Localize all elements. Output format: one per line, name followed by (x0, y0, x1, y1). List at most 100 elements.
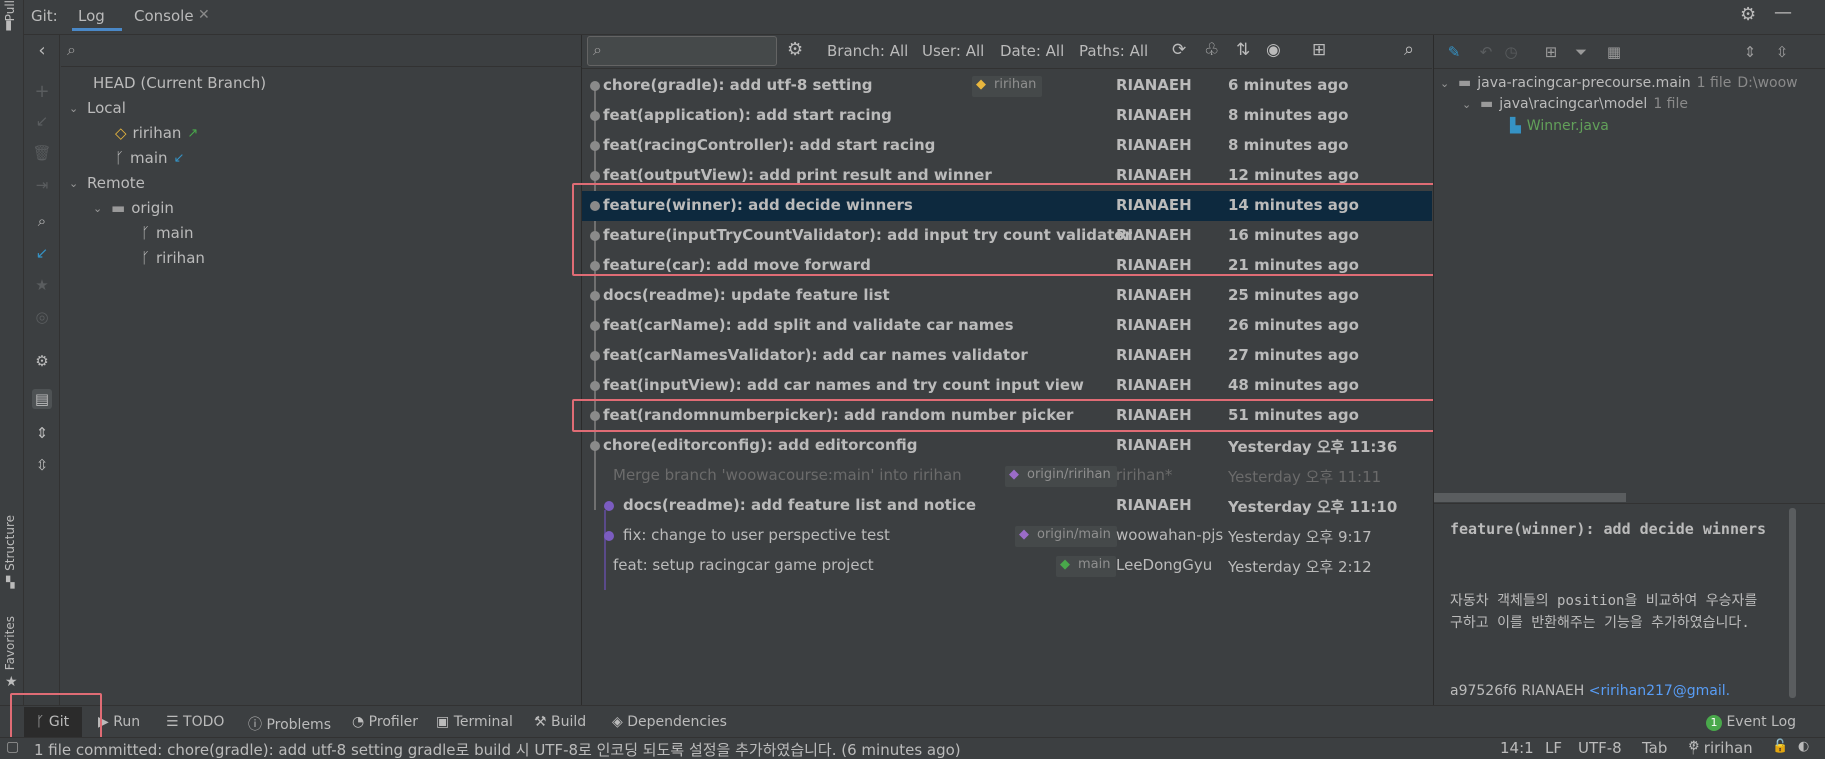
commit-log-pane: ⌕ ⚙ Branch: All User: All Date: All Path… (572, 35, 1439, 705)
settings-gear-icon[interactable]: ⚙ (787, 39, 803, 60)
layout-icon[interactable]: ▦ (1604, 42, 1624, 62)
fetch-icon[interactable]: ↙ (32, 243, 52, 263)
commit-email[interactable]: <ririhan217@gmail. (1589, 683, 1730, 699)
commit-author: RIANAEH (1116, 376, 1192, 394)
commit-row[interactable]: feat(application): add start racing RIANA… (582, 101, 1432, 131)
commit-row[interactable]: feat(racingController): add start racing… (582, 131, 1432, 161)
expand-all-icon[interactable]: ⇕ (32, 423, 52, 443)
favorites-tab[interactable]: Favorites (3, 616, 17, 670)
build-tab[interactable]: ⚒ Build (534, 714, 586, 730)
close-tab-icon[interactable]: ✕ (198, 7, 210, 23)
commit-row[interactable]: feat: setup racingcar game project ◆ main L… (582, 551, 1432, 581)
list-icon: ☰ (166, 714, 179, 730)
ref-label[interactable]: ◆ main (1056, 556, 1117, 577)
run-tab[interactable]: ▶ Run (98, 714, 140, 730)
paths-filter[interactable]: Paths: All (1079, 42, 1148, 60)
current-branch[interactable]: ᚴ ririhan (1690, 739, 1753, 757)
refresh-icon[interactable]: ⟳ (1172, 40, 1186, 60)
branch-filter[interactable]: Branch: All (827, 42, 908, 60)
collapse-all-icon[interactable]: ⇳ (32, 455, 52, 475)
delete-icon[interactable]: 🗑 (32, 143, 52, 163)
ref-label[interactable]: ◆ ririhan (972, 76, 1043, 97)
settings-gear-icon[interactable]: ⚙ (32, 351, 52, 371)
search-icon: ⌕ (67, 40, 76, 59)
branch-local-main[interactable]: ᚴ main ↙ (115, 147, 184, 169)
indent-setting[interactable]: Tab (1642, 739, 1667, 757)
commit-author: woowahan-pjs (1116, 526, 1224, 544)
ref-label[interactable]: ◆ origin/ririhan (1005, 466, 1117, 487)
minimize-icon[interactable]: — (1774, 2, 1792, 23)
terminal-tab[interactable]: ▣ Terminal (436, 714, 513, 730)
tab-console[interactable]: Console (134, 7, 194, 25)
branch-head[interactable]: HEAD (Current Branch) (93, 72, 266, 94)
pull-requests-tab[interactable]: Pull (3, 0, 17, 21)
gear-icon[interactable]: ⚙ (1740, 4, 1756, 25)
todo-tab[interactable]: ☰ TODO (166, 714, 224, 730)
commit-date: 8 minutes ago (1228, 136, 1349, 154)
outgoing-arrow-icon: ↗ (187, 125, 199, 141)
commit-row[interactable]: docs(readme): add feature list and notic… (582, 491, 1432, 521)
search-icon[interactable]: ⌕ (1404, 39, 1414, 60)
commit-row[interactable]: Merge branch 'woowacourse:main' into rir… (582, 461, 1432, 491)
checkout-icon[interactable]: ↙ (32, 111, 52, 131)
profiler-tab[interactable]: ◔ Profiler (352, 714, 418, 730)
root-path: D:\woow (1737, 75, 1798, 91)
remote-origin[interactable]: ⌄ ▬ origin (93, 197, 174, 219)
eye-icon[interactable]: ◉ (1266, 40, 1281, 60)
sort-icon[interactable]: ⇅ (1236, 40, 1250, 60)
changes-root[interactable]: ⌄ ▬ java-racingcar-precourse.main 1 file… (1440, 72, 1798, 94)
group-by-icon[interactable]: ⊞ (1541, 42, 1561, 62)
memory-icon[interactable]: ◐ (1798, 739, 1809, 754)
highlight-box (572, 399, 1435, 432)
changes-folder[interactable]: ⌄ ▬ java\racingcar\model 1 file (1462, 93, 1688, 115)
changes-toolbar: ✎ ↶ ◷ ⊞ ⏷ ▦ ⇕ ⇳ (1434, 35, 1825, 69)
event-log-tab[interactable]: 1 Event Log (1706, 714, 1796, 731)
collapse-all-icon[interactable]: ⇳ (1772, 42, 1792, 62)
status-message[interactable]: 1 file committed: chore(gradle): add utf… (34, 739, 1034, 759)
search-icon[interactable]: ⌕ (32, 211, 52, 231)
branch-local-ririhan[interactable]: ◇ ririhan ↗ (115, 122, 198, 144)
group-by-icon[interactable]: ▤ (32, 389, 52, 409)
commit-row[interactable]: feat(carName): add split and validate ca… (582, 311, 1432, 341)
filter-icon[interactable]: ⏷ (1571, 42, 1591, 62)
compare-icon[interactable]: ◎ (32, 307, 52, 327)
collapse-panel-icon[interactable]: ‹ (32, 40, 52, 61)
ref-label[interactable]: ◆ origin/main (1015, 526, 1117, 547)
history-icon[interactable]: ◷ (1501, 42, 1521, 62)
dependencies-tab[interactable]: ◈ Dependencies (612, 714, 727, 730)
caret-position[interactable]: 14:1 (1500, 739, 1534, 757)
vertical-scrollbar[interactable] (1789, 508, 1796, 698)
commit-row[interactable]: fix: change to user perspective test ◆ ori… (582, 521, 1432, 551)
branch-group-local[interactable]: ⌄ Local (69, 97, 126, 119)
show-diff-icon[interactable]: ✎ (1444, 42, 1464, 62)
problems-tab[interactable]: ⓘ Problems (248, 714, 331, 734)
branch-origin-ririhan[interactable]: ᚴ ririhan (141, 247, 205, 269)
line-separator[interactable]: LF (1545, 739, 1562, 757)
undo-icon[interactable]: ↶ (1476, 42, 1496, 62)
user-filter[interactable]: User: All (922, 42, 984, 60)
file-encoding[interactable]: UTF-8 (1578, 739, 1622, 757)
favorite-star-icon[interactable]: ★ (32, 275, 52, 295)
branch-group-remote[interactable]: ⌄ Remote (69, 172, 145, 194)
structure-tab[interactable]: Structure (3, 515, 17, 571)
commit-node (590, 141, 600, 151)
branch-icon: ᚴ (115, 149, 125, 167)
new-tab-icon[interactable]: ⊞ (1312, 40, 1326, 60)
commit-row[interactable]: feat(inputView): add car names and try c… (582, 371, 1432, 401)
commit-row[interactable]: chore(gradle): add utf-8 setting ◆ ririhan… (582, 71, 1432, 101)
unlock-icon[interactable]: 🔓 (1772, 739, 1788, 754)
commit-row[interactable]: chore(editorconfig): add editorconfig RIA… (582, 431, 1432, 461)
tab-log[interactable]: Log (78, 7, 105, 25)
cherry-pick-icon[interactable]: ♧ (1204, 40, 1219, 60)
commit-row[interactable]: feat(carNamesValidator): add car names v… (582, 341, 1432, 371)
log-search-input[interactable]: ⌕ (587, 36, 777, 66)
merge-icon[interactable]: ⇥ (32, 175, 52, 195)
branch-search-bar[interactable]: ⌕ (61, 35, 582, 67)
commit-row[interactable]: docs(readme): update feature list RIANAEH… (582, 281, 1432, 311)
branch-origin-main[interactable]: ᚴ main (141, 222, 194, 244)
changed-file[interactable]: ▙ Winner.java (1510, 115, 1609, 137)
horizontal-scrollbar[interactable] (1434, 493, 1626, 502)
date-filter[interactable]: Date: All (1000, 42, 1064, 60)
add-icon[interactable]: + (32, 81, 52, 102)
expand-all-icon[interactable]: ⇕ (1740, 42, 1760, 62)
